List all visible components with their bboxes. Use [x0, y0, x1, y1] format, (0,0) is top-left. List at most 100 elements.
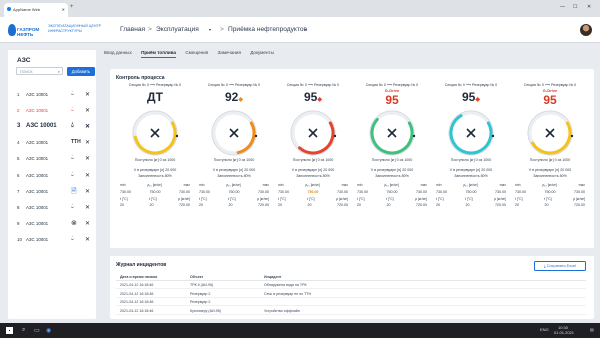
table-cell: 2021-04-12 16:18:46 — [120, 300, 154, 304]
temp-value: 20 — [278, 203, 282, 207]
breadcrumb-section[interactable]: Эксплуатация — [156, 26, 199, 33]
logo[interactable]: ГАЗПРОМ НЕФТЬ — [8, 24, 39, 37]
table-row[interactable]: 2021-04-12 16:18:46 Резервуар 2 — [116, 299, 586, 306]
minimize-button[interactable]: — — [560, 4, 565, 10]
station-list-item[interactable]: 10 АЗС 10001 💧︎ ✕ — [14, 232, 94, 248]
close-icon[interactable]: ✕ — [85, 107, 90, 114]
breadcrumb-page[interactable]: Приёмка нефтепродуктов — [228, 26, 307, 33]
close-icon[interactable]: ✕ — [85, 188, 90, 195]
max-value: 730.00 — [179, 189, 190, 194]
table-row[interactable]: 2021-04-12 16:18:46 Кухониеру (АИ-95) Устр… — [116, 308, 586, 315]
language-indicator[interactable]: ENG — [540, 327, 549, 332]
station-name: АЗС 10001 — [26, 92, 49, 97]
windows-start-icon[interactable] — [6, 327, 13, 334]
tab-data-entry[interactable]: Ввод данных — [104, 50, 132, 55]
density-label: ρ [кг/м³] — [415, 196, 427, 201]
close-icon[interactable]: ✕ — [85, 204, 90, 211]
station-name: АЗС 10001 — [26, 172, 49, 178]
close-tab-icon[interactable]: ✕ — [62, 7, 65, 12]
drop-icon: 💧︎ — [71, 170, 74, 178]
density-value: 720.00 — [495, 203, 506, 207]
station-list-item[interactable]: 4 АЗС 10001 ТТН ✕ — [14, 135, 94, 151]
tank-volume: V в резервуаре [л] 20 000 — [449, 168, 493, 172]
close-icon[interactable]: ✕ — [85, 155, 90, 162]
tank-route: Секция № 0 ⟶ Резервуар № 0 — [523, 83, 577, 87]
browser-tab[interactable]: AppName Web ✕ — [4, 3, 68, 17]
add-station-button[interactable]: Добавить — [67, 67, 95, 76]
breadcrumb-home[interactable]: Главная — [120, 26, 145, 33]
close-icon[interactable]: ✕ — [85, 172, 90, 179]
close-icon[interactable]: ✕ — [85, 139, 90, 146]
temp-label: t [°C] — [149, 196, 157, 201]
incoming-amount: Поступило [кг] 0 из 1000 — [529, 158, 571, 162]
table-row[interactable]: 2021-04-12 16:18:46 ТРК 5 (АИ-95) Обнаруже… — [116, 282, 586, 289]
browser-taskbar-icon[interactable]: ◉ — [46, 327, 51, 334]
task-view-icon[interactable]: ▭ — [34, 327, 40, 334]
notifications-icon[interactable]: ▤ — [590, 327, 594, 332]
tab-remarks[interactable]: Замечания — [218, 50, 241, 55]
density-value: 750.00 — [149, 189, 161, 194]
new-tab-button[interactable]: + — [70, 4, 74, 10]
max-value: 730.00 — [258, 189, 269, 194]
avatar[interactable] — [580, 24, 592, 36]
close-icon[interactable]: ✕ — [85, 91, 90, 98]
density-label: ρ₁₅ [кг/м³] — [384, 183, 399, 187]
close-window-button[interactable]: ✕ — [587, 4, 591, 10]
close-icon[interactable]: ✕ — [85, 123, 90, 130]
search-icon[interactable]: ⌕ — [22, 327, 25, 334]
tank-route: Секция № 0 ⟶ Резервуар № 0 — [128, 83, 182, 87]
tank-volume: V в резервуаре [л] 20 000 — [212, 168, 256, 172]
min-label: min — [278, 183, 284, 187]
density-label: ρ₁₅ [кг/м³] — [226, 183, 241, 187]
density-value: 720.00 — [416, 203, 427, 207]
temp-label: t [°C] — [120, 196, 128, 201]
tab-offsets[interactable]: Смещения — [185, 50, 208, 55]
close-icon[interactable]: ✕ — [85, 236, 90, 243]
station-list-item[interactable]: 1 АЗС 10001 💧︎ ✕ — [14, 87, 94, 103]
tab-fuel-intake[interactable]: Приём топлива — [141, 50, 177, 58]
column-header: Инцидент — [264, 275, 282, 279]
station-number: 9 — [17, 220, 20, 226]
station-name: АЗС 10001 — [26, 220, 49, 226]
table-row[interactable]: 2021-04-12 16:18:46 Резервуар 2 Сечь в рез… — [116, 291, 586, 298]
maximize-button[interactable]: ☐ — [573, 4, 577, 10]
tabs: Ввод данных Приём топлива Смещения Замеч… — [104, 50, 282, 60]
save-excel-label: Сохранить Excel — [546, 264, 576, 268]
tank-fill: Заполненность 80% — [533, 174, 567, 178]
fuel-grade-label: ДТ — [147, 90, 163, 104]
fuel-grade-label: 95 — [385, 93, 399, 107]
fuel-grade-label: 92 — [225, 90, 239, 104]
tab-documents[interactable]: Документы — [250, 50, 274, 55]
station-number: 6 — [17, 172, 20, 178]
close-icon[interactable]: ✕ — [85, 220, 90, 227]
station-list-item[interactable]: 3 АЗС 10001 💧︎ ✕ — [14, 119, 94, 135]
search-input[interactable]: ПОИСК ⌕ — [16, 67, 63, 75]
temp-value: 20 — [357, 203, 361, 207]
chevron-down-icon[interactable]: ▾ — [305, 27, 307, 32]
fuel-grade: ДТ — [116, 90, 194, 104]
station-list-item[interactable]: 6 АЗС 10001 💧︎ ✕ — [14, 168, 94, 184]
search-placeholder: ПОИСК — [20, 70, 33, 74]
station-list-item[interactable]: 2 АЗС 10001 💧︎ ✕ — [14, 103, 94, 119]
tank-gauge — [211, 110, 258, 156]
gauge-marker — [491, 134, 495, 138]
org-line-1: ЭКСПЛУАТАЦИОННЫЙ ЦЕНТР — [48, 24, 102, 28]
temp-label: t [°C] — [278, 196, 286, 201]
station-list-item[interactable]: 7 АЗС 10001 🗎 ✕ — [14, 184, 94, 200]
tank-fill: Заполненность 80% — [296, 174, 330, 178]
save-excel-button[interactable]: ⤓ Сохранить Excel — [534, 261, 586, 271]
chevron-down-icon[interactable]: ▾ — [209, 27, 211, 32]
max-label: max — [341, 183, 348, 187]
station-list-item[interactable]: 8 АЗС 10001 💧︎ ✕ — [14, 200, 94, 216]
station-list-item[interactable]: 5 АЗС 10001 💧︎ ✕ — [14, 151, 94, 167]
density-label: ρ [кг/м³] — [178, 196, 190, 201]
station-list-item[interactable]: 9 АЗС 10001 ⊗ ✕ — [14, 216, 94, 232]
fuel-grade: 95◆ — [432, 90, 510, 104]
table-cell: ТРК 5 (АИ-95) — [190, 283, 214, 287]
clock-date[interactable]: 01.01.2021 — [554, 330, 574, 335]
min-value: 730.00 — [515, 189, 526, 194]
min-label: min — [515, 183, 521, 187]
density-label: ρ₁₅ [кг/м³] — [147, 183, 162, 187]
min-value: 730.00 — [436, 189, 447, 194]
density-label: ρ [кг/м³] — [336, 196, 348, 201]
